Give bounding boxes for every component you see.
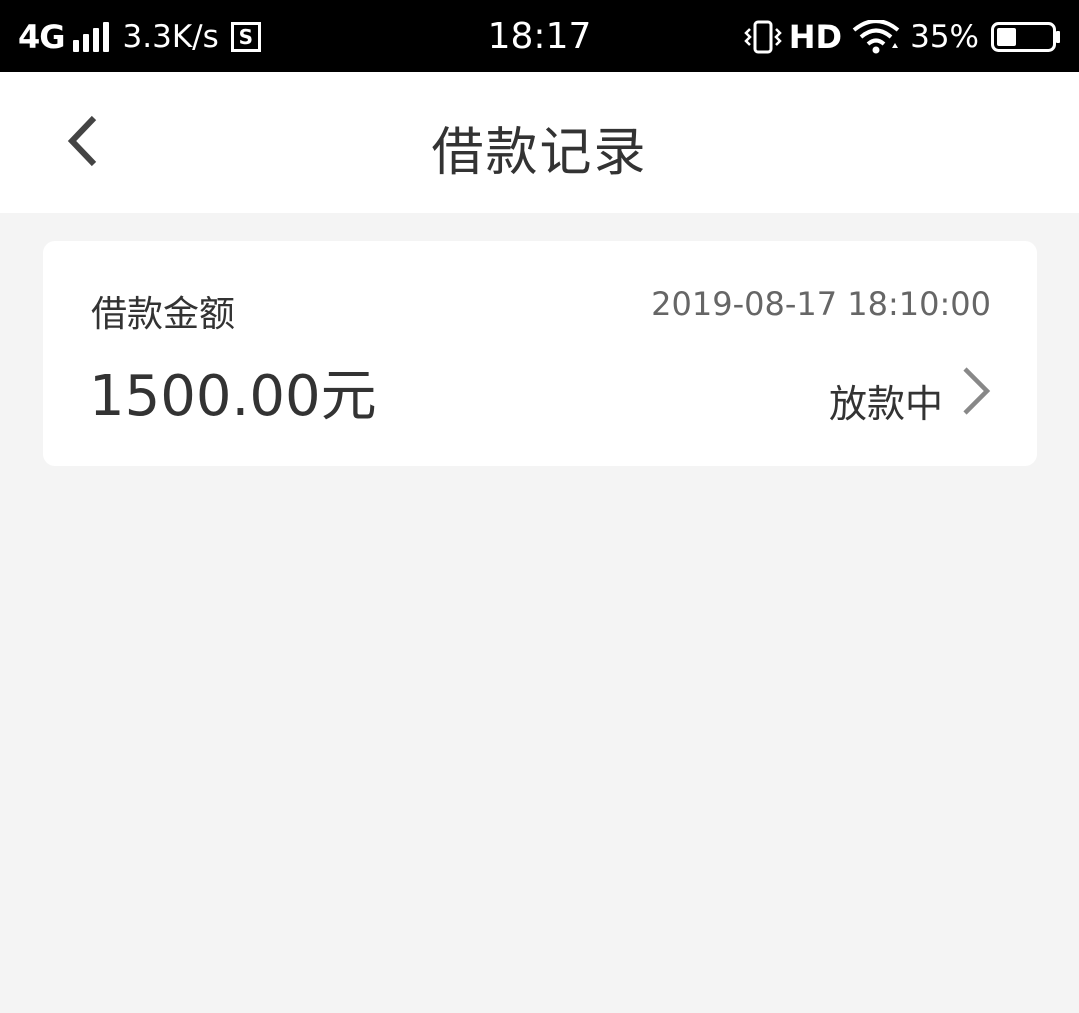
battery-percent: 35% (910, 19, 979, 55)
status-right: HD 35% (743, 18, 1061, 56)
status-bar: 4G 3.3K/s S 18:17 HD 35% (0, 0, 1079, 72)
hd-indicator: HD (788, 18, 843, 56)
loan-record-card[interactable]: 借款金额 2019-08-17 18:10:00 1500.00元 放款中 (43, 241, 1037, 466)
loan-status: 放款中 (828, 382, 943, 426)
navigation-bar: 借款记录 (0, 72, 1079, 213)
battery-icon (991, 22, 1060, 52)
chevron-right-icon (963, 367, 991, 415)
page-title: 借款记录 (431, 123, 648, 183)
loan-amount-label: 借款金额 (91, 294, 236, 335)
loan-date: 2019-08-17 18:10:00 (651, 285, 991, 323)
vibrate-icon (743, 20, 782, 54)
wifi-icon (852, 20, 900, 54)
loan-amount-value: 1500.00元 (89, 364, 377, 429)
